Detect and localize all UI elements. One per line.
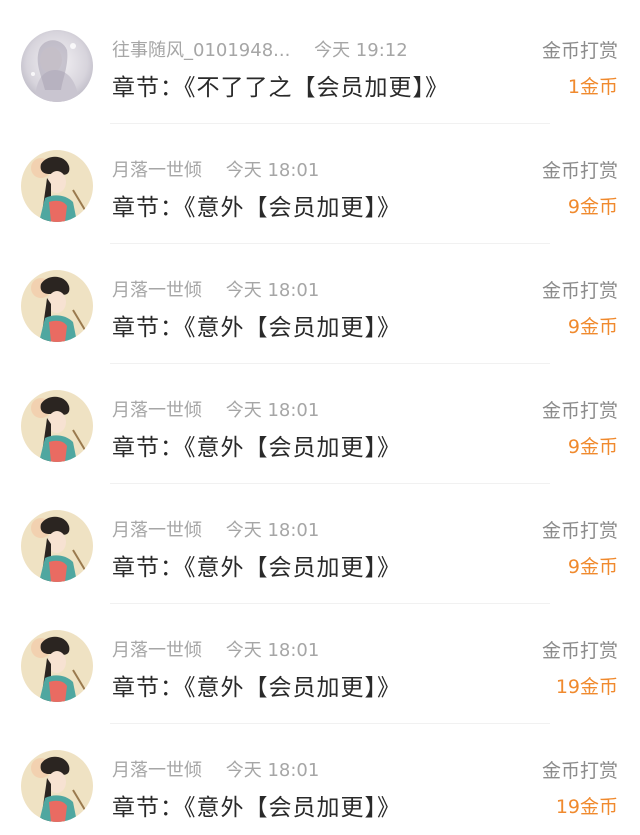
user-name[interactable]: 月落一世倾: [112, 276, 202, 302]
user-name[interactable]: 月落一世倾: [112, 636, 202, 662]
avatar[interactable]: [21, 30, 93, 102]
reward-amount: 19金币: [555, 676, 618, 698]
reward-amount: 9金币: [567, 436, 618, 458]
reward-amount: 9金币: [567, 196, 618, 218]
avatar-ancient-lady-illustration-icon: [21, 390, 93, 462]
record-meta: 月落一世倾 今天 18:01: [112, 636, 319, 662]
user-name[interactable]: 往事随风_0101948...: [112, 36, 290, 62]
record-meta: 月落一世倾 今天 18:01: [112, 396, 319, 422]
avatar-ancient-lady-illustration-icon: [21, 630, 93, 702]
avatar[interactable]: [21, 270, 93, 342]
record-time: 今天 18:01: [225, 280, 320, 301]
user-name[interactable]: 月落一世倾: [112, 156, 202, 182]
record-meta: 月落一世倾 今天 18:01: [112, 516, 319, 542]
list-item[interactable]: 月落一世倾 今天 18:01 章节：《意外【会员加更】》 金币打赏 9金币: [0, 244, 640, 364]
record-time: 今天 19:12: [314, 40, 408, 61]
reward-type: 金币打赏: [541, 400, 618, 422]
reward-amount: 9金币: [567, 556, 618, 578]
list-item[interactable]: 月落一世倾 今天 18:01 章节：《意外【会员加更】》 金币打赏 9金币: [0, 124, 640, 244]
chapter-title[interactable]: 章节：《不了了之【会员加更】》: [112, 68, 449, 102]
avatar-ancient-lady-illustration-icon: [21, 150, 93, 222]
list-item[interactable]: 月落一世倾 今天 18:01 章节：《意外【会员加更】》 金币打赏 9金币: [0, 484, 640, 604]
record-meta: 往事随风_0101948... 今天 19:12: [112, 36, 408, 62]
record-time: 今天 18:01: [225, 160, 320, 181]
chapter-title[interactable]: 章节：《意外【会员加更】》: [112, 548, 401, 582]
chapter-title[interactable]: 章节：《意外【会员加更】》: [112, 788, 401, 822]
list-item[interactable]: 月落一世倾 今天 18:01 章节：《意外【会员加更】》 金币打赏 19金币: [0, 604, 640, 724]
list-item[interactable]: 月落一世倾 今天 18:01 章节：《意外【会员加更】》 金币打赏 19金币: [0, 724, 640, 835]
record-time: 今天 18:01: [225, 760, 320, 781]
reward-type: 金币打赏: [541, 160, 618, 182]
chapter-title[interactable]: 章节：《意外【会员加更】》: [112, 668, 401, 702]
chapter-title[interactable]: 章节：《意外【会员加更】》: [112, 308, 401, 342]
reward-amount: 1金币: [567, 76, 618, 98]
reward-amount: 19金币: [555, 796, 618, 818]
reward-type: 金币打赏: [541, 520, 618, 542]
reward-type: 金币打赏: [541, 760, 618, 782]
avatar[interactable]: [21, 150, 93, 222]
reward-type: 金币打赏: [541, 280, 618, 302]
list-item[interactable]: 往事随风_0101948... 今天 19:12 章节：《不了了之【会员加更】》…: [0, 4, 640, 124]
avatar[interactable]: [21, 510, 93, 582]
reward-type: 金币打赏: [541, 640, 618, 662]
user-name[interactable]: 月落一世倾: [112, 396, 202, 422]
list-item[interactable]: 月落一世倾 今天 18:01 章节：《意外【会员加更】》 金币打赏 9金币: [0, 364, 640, 484]
avatar-misty-figure-icon: [21, 30, 93, 102]
user-name[interactable]: 月落一世倾: [112, 516, 202, 542]
avatar-ancient-lady-illustration-icon: [21, 510, 93, 582]
record-time: 今天 18:01: [225, 640, 320, 661]
avatar-ancient-lady-illustration-icon: [21, 270, 93, 342]
reward-amount: 9金币: [567, 316, 618, 338]
record-time: 今天 18:01: [225, 400, 320, 421]
avatar[interactable]: [21, 630, 93, 702]
record-time: 今天 18:01: [225, 520, 320, 541]
record-meta: 月落一世倾 今天 18:01: [112, 756, 319, 782]
reward-record-list: 往事随风_0101948... 今天 19:12 章节：《不了了之【会员加更】》…: [0, 0, 640, 835]
record-meta: 月落一世倾 今天 18:01: [112, 156, 319, 182]
chapter-title[interactable]: 章节：《意外【会员加更】》: [112, 188, 401, 222]
avatar-ancient-lady-illustration-icon: [21, 750, 93, 822]
avatar[interactable]: [21, 750, 93, 822]
chapter-title[interactable]: 章节：《意外【会员加更】》: [112, 428, 401, 462]
user-name[interactable]: 月落一世倾: [112, 756, 202, 782]
avatar[interactable]: [21, 390, 93, 462]
reward-type: 金币打赏: [541, 40, 618, 62]
record-meta: 月落一世倾 今天 18:01: [112, 276, 319, 302]
